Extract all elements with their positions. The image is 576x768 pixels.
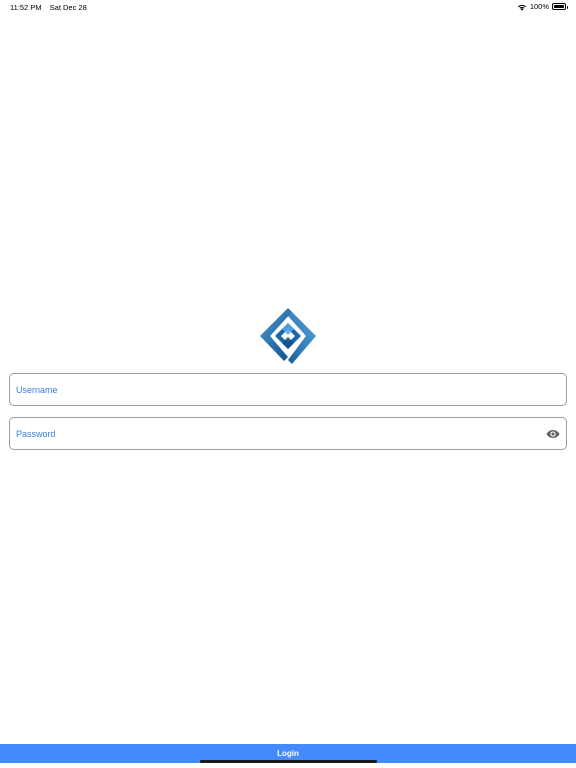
- battery-icon: [552, 3, 568, 10]
- brand-logo-icon: [260, 308, 316, 364]
- home-indicator: [200, 760, 377, 763]
- wifi-icon: [517, 4, 526, 11]
- battery-level-fill: [554, 5, 564, 8]
- password-input[interactable]: [16, 418, 536, 449]
- eye-icon[interactable]: [546, 428, 560, 440]
- battery-percentage: 100%: [529, 2, 549, 11]
- status-bar: 11:52 PM Sat Dec 28 100%: [0, 0, 576, 14]
- status-left: 11:52 PM Sat Dec 28: [10, 3, 87, 12]
- status-right: 100%: [517, 2, 568, 11]
- username-input[interactable]: [16, 374, 536, 405]
- username-field[interactable]: [9, 373, 567, 406]
- status-time: 11:52 PM: [10, 3, 42, 12]
- status-date: Sat Dec 28: [49, 3, 87, 12]
- login-screen: 11:52 PM Sat Dec 28 100% Username Login: [0, 0, 576, 768]
- password-field[interactable]: [9, 417, 567, 450]
- battery-tip: [566, 5, 568, 9]
